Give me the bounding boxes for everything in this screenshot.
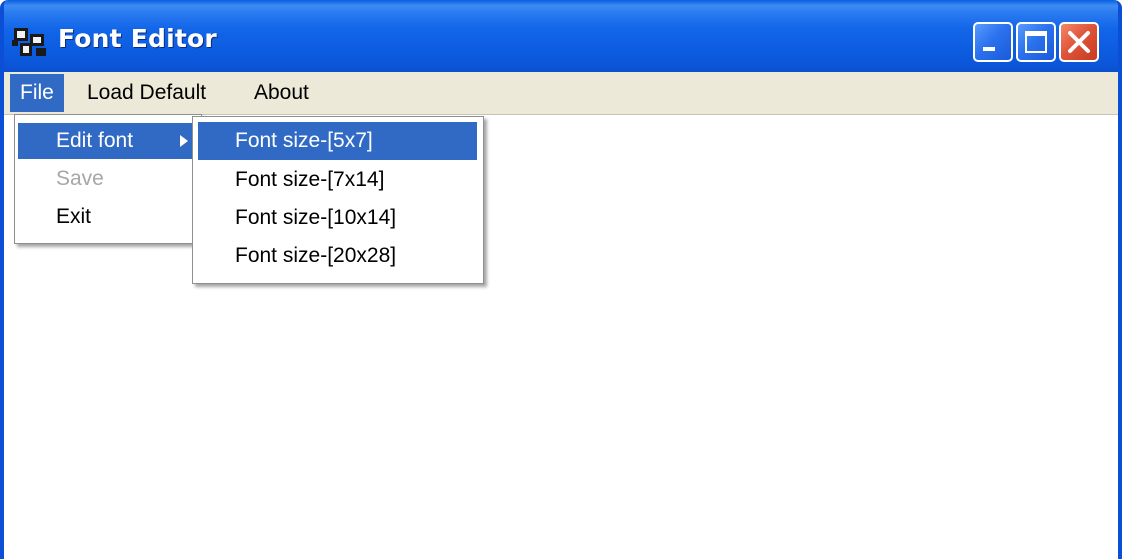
menu-item-label: Edit font [56, 129, 134, 152]
submenu-item-font-size-7x14[interactable]: Font size-[7x14] [198, 161, 477, 199]
submenu-item-font-size-10x14[interactable]: Font size-[10x14] [198, 199, 477, 237]
menu-load-default[interactable]: Load Default [77, 74, 216, 112]
minimize-button[interactable] [973, 22, 1013, 62]
title-bar[interactable]: Font Editor [4, 0, 1118, 72]
minimize-icon [983, 47, 995, 51]
window-title: Font Editor [58, 24, 217, 53]
submenu-item-font-size-5x7[interactable]: Font size-[5x7] [198, 122, 477, 160]
submenu-item-font-size-20x28[interactable]: Font size-[20x28] [198, 237, 477, 275]
font-editor-window: Font Editor File Load Default About Edit [0, 0, 1122, 559]
menu-item-edit-font[interactable]: Edit font [18, 123, 198, 159]
edit-font-submenu: Font size-[5x7] Font size-[7x14] Font si… [192, 116, 484, 284]
close-button[interactable] [1059, 22, 1099, 62]
maximize-icon [1025, 31, 1047, 53]
submenu-arrow-icon [180, 135, 188, 147]
file-menu-dropdown: Edit font Save Exit [14, 114, 202, 244]
menu-file[interactable]: File [10, 74, 64, 112]
menu-about[interactable]: About [244, 74, 319, 112]
maximize-button[interactable] [1016, 22, 1056, 62]
font-editor-app-icon[interactable] [12, 26, 50, 58]
close-icon [1068, 31, 1090, 53]
menu-item-exit[interactable]: Exit [18, 199, 198, 235]
menu-item-save: Save [56, 167, 104, 190]
menu-bar: File Load Default About [4, 72, 1118, 114]
